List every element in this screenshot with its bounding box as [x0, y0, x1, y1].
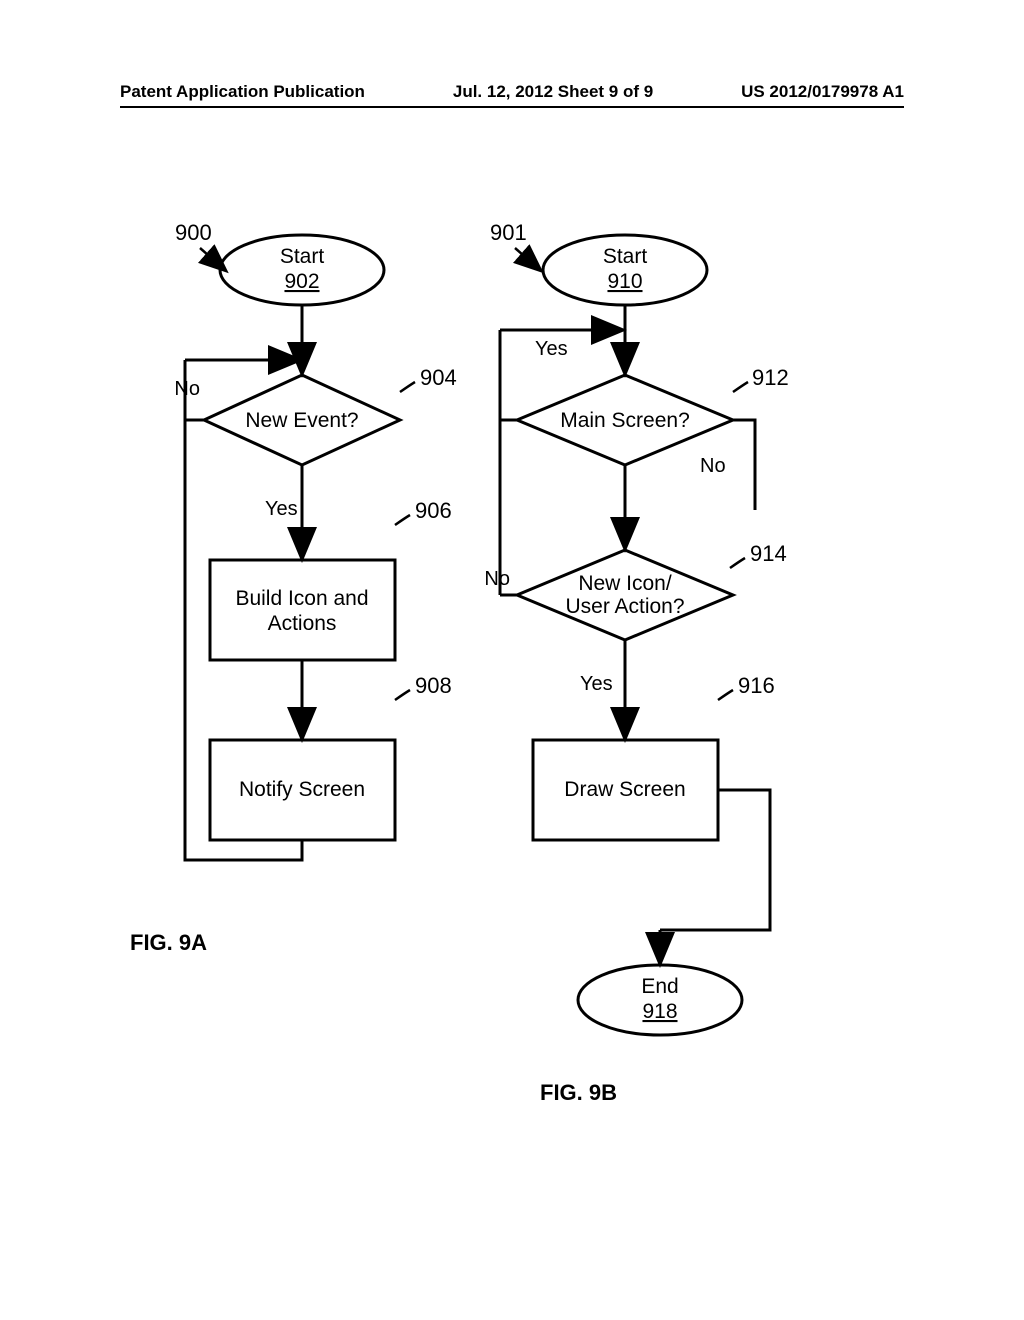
decision-a-label: New Event?	[245, 409, 358, 432]
912-leader	[733, 382, 748, 392]
d2-b-l2: User Action?	[565, 595, 684, 618]
end-b-label: End	[641, 975, 678, 998]
header-left: Patent Application Publication	[120, 82, 365, 102]
d2-b-ref: 914	[750, 541, 787, 566]
start-b-ref: 910	[607, 270, 642, 293]
chart-b-id: 901	[490, 220, 527, 245]
process1-a-l2: Actions	[268, 612, 337, 635]
decision-a-no: No	[174, 378, 200, 400]
yes-loop-b	[500, 330, 517, 420]
process1-a-ref: 906	[415, 498, 452, 523]
914-leader	[730, 558, 745, 568]
d1-b-yes: Yes	[535, 338, 568, 360]
process-b-ref: 916	[738, 673, 775, 698]
no-path-d1-b-seg1	[733, 420, 755, 510]
d1-b-label: Main Screen?	[560, 409, 690, 432]
process2-a-ref: 908	[415, 673, 452, 698]
page-container: Patent Application Publication Jul. 12, …	[0, 0, 1024, 1320]
d1-b-no: No	[700, 455, 726, 477]
process-b-label: Draw Screen	[564, 778, 685, 801]
process1-a	[210, 560, 395, 660]
chart-a-id: 900	[175, 220, 212, 245]
d1-b-ref: 912	[752, 365, 789, 390]
decision-a-ref: 904	[420, 365, 457, 390]
906-leader	[395, 515, 410, 525]
page-header: Patent Application Publication Jul. 12, …	[120, 82, 904, 108]
end-path-b	[660, 790, 770, 930]
d2-b-yes: Yes	[580, 673, 613, 695]
start-a-label: Start	[280, 245, 325, 268]
id-arrow-b	[515, 248, 540, 270]
process1-a-l1: Build Icon and	[235, 587, 368, 610]
fig-9a-caption: FIG. 9A	[130, 930, 207, 955]
916-leader	[718, 690, 733, 700]
d2-b-no: No	[484, 568, 510, 590]
end-b-ref: 918	[642, 1000, 677, 1023]
decision-a-yes: Yes	[265, 498, 298, 520]
908-leader	[395, 690, 410, 700]
flowchart-svg: 900 Start 902 New Event? 904 No Yes 906 …	[0, 160, 1024, 1160]
header-center: Jul. 12, 2012 Sheet 9 of 9	[453, 82, 653, 102]
start-b-label: Start	[603, 245, 648, 268]
header-right: US 2012/0179978 A1	[741, 82, 904, 102]
d2-b-l1: New Icon/	[578, 572, 672, 595]
start-a-ref: 902	[284, 270, 319, 293]
904-leader	[400, 382, 415, 392]
fig-9b-caption: FIG. 9B	[540, 1080, 617, 1105]
process2-a-label: Notify Screen	[239, 778, 365, 801]
